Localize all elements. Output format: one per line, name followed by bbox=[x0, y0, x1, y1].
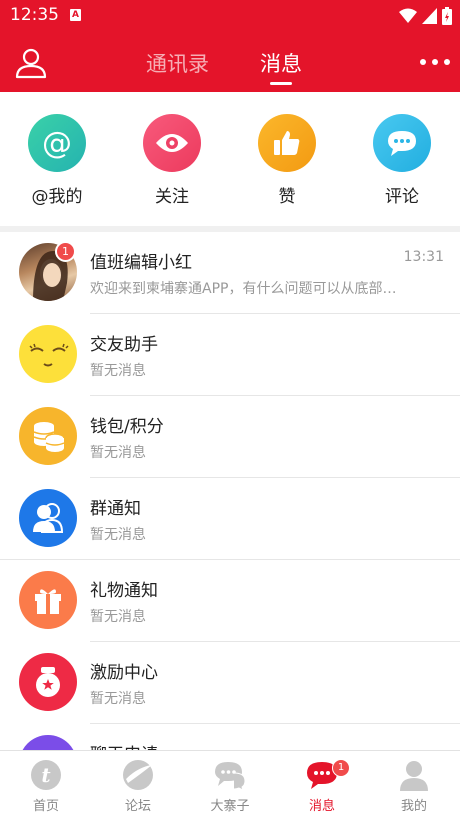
message-preview: 暂无消息 bbox=[90, 445, 146, 461]
chat-bubbles-icon bbox=[215, 762, 246, 791]
quick-action-likes[interactable]: 赞 bbox=[242, 114, 332, 207]
message-row-chat-request[interactable]: 聊天申请 bbox=[0, 724, 460, 750]
smile-face-icon bbox=[19, 325, 77, 383]
signal-icon bbox=[422, 8, 437, 24]
message-row-gift-notice[interactable]: 礼物通知 暂无消息 bbox=[0, 560, 460, 642]
quick-action-label: 评论 bbox=[385, 187, 419, 207]
message-time: 13:31 bbox=[403, 249, 444, 265]
message-row-duty-editor[interactable]: 1 值班编辑小红 13:31 欢迎来到柬埔寨通APP，有什么问题可以从底部… bbox=[0, 232, 460, 314]
message-preview: 欢迎来到柬埔寨通APP，有什么问题可以从底部… bbox=[90, 281, 397, 297]
nav-home[interactable]: t 首页 bbox=[0, 751, 92, 817]
message-preview: 暂无消息 bbox=[90, 527, 146, 543]
message-title: 钱包/积分 bbox=[90, 417, 164, 437]
at-icon: @ bbox=[28, 114, 86, 172]
message-title: 礼物通知 bbox=[90, 581, 158, 601]
message-list: 1 值班编辑小红 13:31 欢迎来到柬埔寨通APP，有什么问题可以从底部… 交… bbox=[0, 232, 460, 750]
nav-label: 我的 bbox=[400, 799, 427, 814]
coins-icon bbox=[19, 407, 77, 465]
svg-text:@: @ bbox=[42, 126, 72, 160]
unread-badge: 1 bbox=[55, 241, 76, 262]
user-profile-button[interactable] bbox=[14, 46, 48, 80]
top-app-bar: 通讯录 消息 bbox=[0, 32, 460, 92]
more-dot bbox=[444, 59, 450, 65]
status-icons bbox=[399, 7, 452, 25]
profile-icon bbox=[400, 761, 428, 791]
message-row-incentive-center[interactable]: 激励中心 暂无消息 bbox=[0, 642, 460, 724]
tab-messages[interactable]: 消息 bbox=[260, 48, 302, 78]
nav-label: 大寨子 bbox=[210, 799, 250, 814]
status-time: 12:35 bbox=[10, 5, 59, 25]
message-preview: 暂无消息 bbox=[90, 691, 146, 707]
nav-profile[interactable]: 我的 bbox=[368, 751, 460, 817]
more-dot bbox=[432, 59, 438, 65]
quick-actions: @ @我的 关注 赞 评论 bbox=[0, 92, 460, 226]
thumbs-up-icon bbox=[258, 114, 316, 172]
message-row-wallet[interactable]: 钱包/积分 暂无消息 bbox=[0, 396, 460, 478]
svg-text:t: t bbox=[41, 763, 51, 787]
medal-icon bbox=[19, 653, 77, 711]
quick-action-mentions[interactable]: @ @我的 bbox=[12, 114, 102, 207]
nav-label: 论坛 bbox=[124, 799, 151, 814]
nav-label: 消息 bbox=[308, 799, 335, 814]
gift-icon bbox=[19, 571, 77, 629]
message-row-group-notice[interactable]: 群通知 暂无消息 bbox=[0, 478, 460, 560]
eye-icon bbox=[143, 114, 201, 172]
nav-village[interactable]: 大寨子 bbox=[184, 751, 276, 817]
group-icon bbox=[19, 489, 77, 547]
quick-action-label: @我的 bbox=[31, 187, 83, 207]
home-icon: t bbox=[31, 760, 61, 790]
wifi-icon bbox=[399, 8, 417, 23]
nav-label: 首页 bbox=[32, 799, 59, 814]
notification-a-icon: A bbox=[70, 9, 81, 21]
quick-action-follow[interactable]: 关注 bbox=[127, 114, 217, 207]
nav-messages[interactable]: 1 消息 bbox=[276, 751, 368, 817]
message-row-friend-assistant[interactable]: 交友助手 暂无消息 bbox=[0, 314, 460, 396]
message-title: 值班编辑小红 bbox=[90, 253, 192, 273]
nav-forum[interactable]: 论坛 bbox=[92, 751, 184, 817]
tab-contacts[interactable]: 通讯录 bbox=[146, 48, 209, 78]
message-title: 群通知 bbox=[90, 499, 141, 519]
message-title: 聊天申请 bbox=[90, 740, 158, 750]
status-bar: 12:35 A bbox=[0, 0, 460, 32]
quick-action-label: 关注 bbox=[155, 187, 189, 207]
more-options-button[interactable] bbox=[420, 54, 450, 70]
more-dot bbox=[420, 59, 426, 65]
chat-request-icon bbox=[19, 735, 77, 750]
message-preview: 暂无消息 bbox=[90, 609, 146, 625]
message-title: 激励中心 bbox=[90, 663, 158, 683]
quick-action-label: 赞 bbox=[278, 187, 296, 207]
forum-icon bbox=[123, 760, 153, 790]
nav-unread-badge: 1 bbox=[332, 759, 350, 777]
active-tab-indicator bbox=[270, 82, 292, 85]
user-outline-icon bbox=[15, 48, 47, 79]
bottom-navigation: t 首页 论坛 大寨子 1 消息 我的 bbox=[0, 750, 460, 817]
battery-icon bbox=[442, 7, 452, 25]
comment-icon bbox=[373, 114, 431, 172]
message-preview: 暂无消息 bbox=[90, 363, 146, 379]
quick-action-comments[interactable]: 评论 bbox=[357, 114, 447, 207]
message-title: 交友助手 bbox=[90, 335, 158, 355]
